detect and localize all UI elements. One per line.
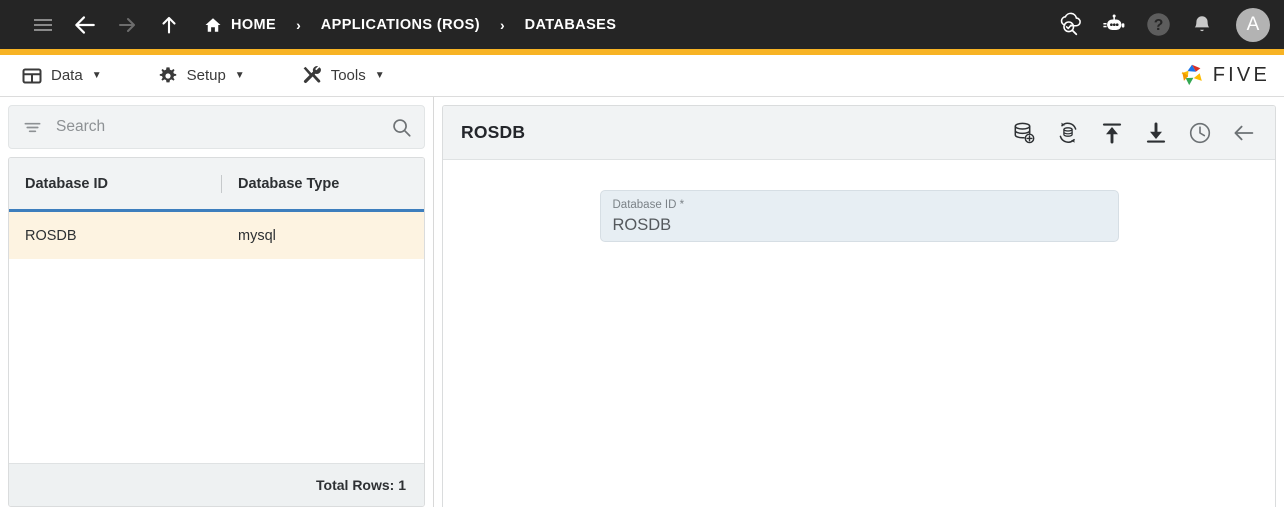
detail-header: ROSDB [443, 106, 1275, 160]
column-header-database-type[interactable]: Database Type [222, 158, 424, 209]
chevron-down-icon: ▼ [234, 70, 245, 81]
column-header-database-id[interactable]: Database ID [9, 158, 221, 209]
help-icon[interactable]: ? [1140, 7, 1176, 43]
detail-card: ROSDB Database ID * ROSDB [442, 105, 1276, 507]
table-row[interactable]: ROSDB mysql [9, 212, 424, 259]
gear-icon [158, 66, 178, 86]
breadcrumb-label-home: HOME [231, 16, 277, 33]
menu-label-data: Data [51, 67, 83, 84]
avatar[interactable]: A [1236, 7, 1270, 42]
cell-database-type: mysql [238, 227, 276, 244]
database-sync-icon[interactable] [1051, 116, 1085, 150]
chat-bot-icon[interactable] [1096, 7, 1132, 43]
menu-icon[interactable] [22, 4, 64, 46]
tools-icon [301, 65, 322, 86]
chevron-down-icon: ▼ [91, 70, 102, 81]
avatar-initial: A [1246, 13, 1260, 35]
back-arrow-icon[interactable] [64, 4, 106, 46]
total-rows-label: Total Rows: 1 [316, 477, 406, 493]
table-body: ROSDB mysql [9, 212, 424, 463]
cloud-check-icon[interactable] [1052, 7, 1088, 43]
search-icon[interactable] [391, 117, 412, 138]
history-clock-icon[interactable] [1183, 116, 1217, 150]
search-bar[interactable] [8, 105, 425, 149]
up-arrow-icon[interactable] [148, 4, 190, 46]
menu-bar: Data ▼ Setup ▼ Tools ▼ FIVE [0, 55, 1284, 97]
breadcrumb: HOME › APPLICATIONS (ROS) › DATABASES [204, 16, 616, 34]
breadcrumb-item-databases[interactable]: DATABASES [525, 17, 617, 33]
menu-item-tools[interactable]: Tools ▼ [297, 61, 401, 90]
database-id-label: Database ID * [612, 199, 685, 211]
main-body: Database ID Database Type ROSDB mysql To… [0, 97, 1284, 507]
cell-database-id: ROSDB [25, 227, 77, 244]
table-icon [22, 66, 42, 86]
filter-icon[interactable] [23, 118, 42, 137]
breadcrumb-separator: › [296, 16, 301, 33]
detail-panel: ROSDB Database ID * ROSDB [434, 97, 1284, 507]
table-footer: Total Rows: 1 [9, 463, 424, 506]
database-table: Database ID Database Type ROSDB mysql To… [8, 157, 425, 507]
breadcrumb-label-applications: APPLICATIONS (ROS) [320, 16, 480, 33]
five-logo[interactable]: FIVE [1178, 62, 1270, 90]
chevron-down-icon: ▼ [374, 70, 385, 81]
database-id-field[interactable]: Database ID * ROSDB [599, 190, 1119, 242]
forward-arrow-icon[interactable] [106, 4, 148, 46]
detail-form: Database ID * ROSDB [443, 160, 1275, 507]
back-icon[interactable] [1227, 116, 1261, 150]
breadcrumb-item-applications[interactable]: APPLICATIONS (ROS) [321, 17, 480, 33]
bell-icon[interactable] [1184, 7, 1220, 43]
breadcrumb-item-home[interactable]: HOME [204, 16, 276, 34]
breadcrumb-separator-2: › [499, 16, 505, 33]
detail-toolbar [1007, 116, 1261, 150]
breadcrumb-label-databases: DATABASES [524, 16, 617, 33]
upload-icon[interactable] [1095, 116, 1129, 150]
database-add-icon[interactable] [1007, 116, 1041, 150]
svg-text:?: ? [1153, 17, 1163, 34]
top-header-bar: HOME › APPLICATIONS (ROS) › DATABASES ? … [0, 0, 1284, 49]
home-icon [204, 16, 222, 34]
database-id-value: ROSDB [612, 216, 672, 234]
header-actions: ? A [1052, 7, 1270, 43]
navigation-buttons [22, 4, 190, 46]
application-window: HOME › APPLICATIONS (ROS) › DATABASES ? … [0, 0, 1284, 507]
search-input[interactable] [56, 118, 391, 136]
menu-item-setup[interactable]: Setup ▼ [154, 62, 261, 90]
five-logo-text: FIVE [1212, 64, 1270, 86]
list-panel: Database ID Database Type ROSDB mysql To… [0, 97, 434, 507]
page-title: ROSDB [461, 122, 526, 142]
menu-item-data[interactable]: Data ▼ [18, 62, 118, 90]
menu-label-setup: Setup [186, 67, 226, 84]
download-icon[interactable] [1139, 116, 1173, 150]
menu-label-tools: Tools [330, 67, 366, 84]
five-logo-mark-icon [1178, 62, 1206, 90]
table-header-row: Database ID Database Type [9, 158, 424, 212]
